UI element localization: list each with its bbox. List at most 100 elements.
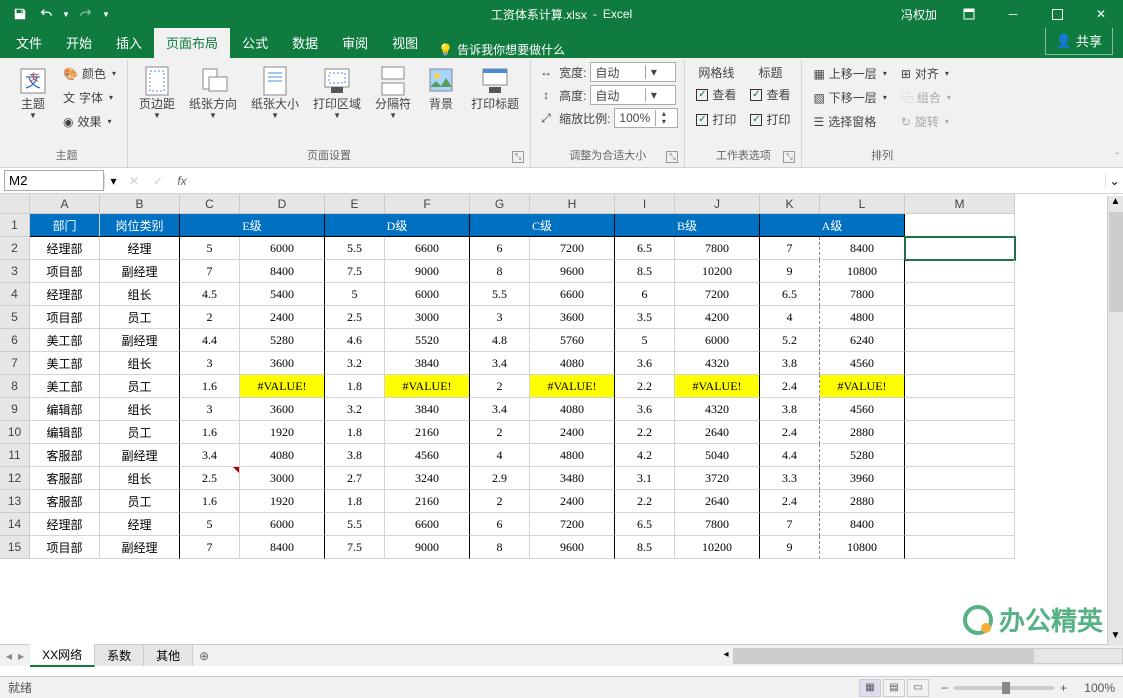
user-name[interactable]: 冯权加 — [891, 6, 947, 23]
cell[interactable]: 7 — [180, 260, 240, 283]
tab-file[interactable]: 文件 — [4, 27, 54, 58]
row-header-12[interactable]: 12 — [0, 467, 30, 490]
cell[interactable]: 编辑部 — [30, 398, 100, 421]
cell[interactable]: 6 — [470, 513, 530, 536]
cell[interactable]: 项目部 — [30, 536, 100, 559]
cell[interactable]: 1.6 — [180, 421, 240, 444]
scroll-up[interactable]: ▲ — [1108, 196, 1123, 212]
cell[interactable]: 美工部 — [30, 375, 100, 398]
theme-fonts[interactable]: 文字体▾ — [58, 86, 121, 109]
row-header-2[interactable]: 2 — [0, 237, 30, 260]
cell[interactable]: 6600 — [385, 237, 470, 260]
row-header-15[interactable]: 15 — [0, 536, 30, 559]
cell[interactable]: C级 — [470, 214, 615, 237]
cell[interactable]: 10200 — [675, 260, 760, 283]
tab-review[interactable]: 审阅 — [330, 27, 380, 58]
cell[interactable]: 2.5 — [325, 306, 385, 329]
cell[interactable]: 2.4 — [760, 375, 820, 398]
cell[interactable]: 经理部 — [30, 513, 100, 536]
zoom-out[interactable]: − — [941, 681, 948, 695]
sheet-tab-1[interactable]: XX网络 — [30, 644, 95, 667]
cell[interactable]: 3240 — [385, 467, 470, 490]
breaks-button[interactable]: 分隔符▼ — [370, 62, 416, 123]
cell[interactable]: 4.4 — [760, 444, 820, 467]
cell[interactable] — [905, 375, 1015, 398]
scale-dialog[interactable]: ⤡ — [666, 151, 678, 163]
cell[interactable] — [905, 536, 1015, 559]
cell[interactable]: 6000 — [240, 237, 325, 260]
sheet-nav-first[interactable]: ◂ — [6, 649, 12, 663]
cell[interactable]: #VALUE! — [240, 375, 325, 398]
cell[interactable]: 8400 — [240, 536, 325, 559]
collapse-ribbon[interactable]: ˇ — [1116, 152, 1119, 163]
cell[interactable]: 岗位类别 — [100, 214, 180, 237]
cell[interactable]: 3.2 — [325, 352, 385, 375]
column-header-K[interactable]: K — [760, 194, 820, 214]
cell[interactable] — [905, 444, 1015, 467]
cell[interactable]: 9600 — [530, 536, 615, 559]
cell[interactable]: 5.5 — [325, 237, 385, 260]
cell[interactable]: 编辑部 — [30, 421, 100, 444]
cell[interactable]: 7800 — [675, 513, 760, 536]
cell[interactable]: 2.9 — [470, 467, 530, 490]
cell[interactable] — [905, 467, 1015, 490]
cell[interactable]: 5520 — [385, 329, 470, 352]
cell[interactable]: 3.8 — [325, 444, 385, 467]
cell[interactable]: 经理 — [100, 513, 180, 536]
cell[interactable]: 组长 — [100, 398, 180, 421]
ribbon-display-options[interactable] — [947, 0, 991, 28]
cell[interactable]: 7.5 — [325, 536, 385, 559]
tab-insert[interactable]: 插入 — [104, 27, 154, 58]
cell[interactable]: 4080 — [240, 444, 325, 467]
cell[interactable]: 3.8 — [760, 352, 820, 375]
cell[interactable]: 3000 — [240, 467, 325, 490]
minimize-button[interactable]: ─ — [991, 0, 1035, 28]
cell[interactable]: 1920 — [240, 490, 325, 513]
cell[interactable]: 9 — [760, 536, 820, 559]
cell[interactable]: 6.5 — [615, 513, 675, 536]
cell[interactable]: 2160 — [385, 421, 470, 444]
cell[interactable] — [905, 283, 1015, 306]
cell[interactable]: 7 — [180, 536, 240, 559]
cell[interactable]: 2.4 — [760, 490, 820, 513]
cell[interactable]: 3600 — [530, 306, 615, 329]
cell[interactable]: 4080 — [530, 398, 615, 421]
undo-button[interactable] — [34, 3, 58, 25]
cell[interactable]: 5400 — [240, 283, 325, 306]
cell[interactable]: 3.4 — [470, 398, 530, 421]
background-button[interactable]: 背景 — [420, 62, 462, 114]
cell[interactable]: 2 — [470, 490, 530, 513]
cell[interactable]: 5 — [180, 513, 240, 536]
cell[interactable]: B级 — [615, 214, 760, 237]
sheet-options-dialog[interactable]: ⤡ — [783, 151, 795, 163]
sheet-tab-3[interactable]: 其他 — [144, 645, 193, 666]
cell[interactable]: 8 — [470, 536, 530, 559]
column-header-F[interactable]: F — [385, 194, 470, 214]
horizontal-scrollbar[interactable]: ◂ ▸ — [733, 648, 1123, 664]
cell[interactable]: 9000 — [385, 536, 470, 559]
cell[interactable]: 4800 — [820, 306, 905, 329]
row-header-9[interactable]: 9 — [0, 398, 30, 421]
cell[interactable]: 6000 — [385, 283, 470, 306]
cell[interactable] — [905, 352, 1015, 375]
cell[interactable]: 10200 — [675, 536, 760, 559]
cell[interactable]: 员工 — [100, 306, 180, 329]
cell[interactable]: 客服部 — [30, 490, 100, 513]
cell[interactable]: 4560 — [385, 444, 470, 467]
cell[interactable]: 2400 — [240, 306, 325, 329]
cell[interactable]: 1.8 — [325, 375, 385, 398]
column-header-I[interactable]: I — [615, 194, 675, 214]
zoom-level[interactable]: 100% — [1073, 681, 1115, 695]
cell[interactable]: 部门 — [30, 214, 100, 237]
cell[interactable]: #VALUE! — [530, 375, 615, 398]
cell[interactable] — [905, 306, 1015, 329]
cell[interactable]: 副经理 — [100, 444, 180, 467]
cell[interactable]: 3720 — [675, 467, 760, 490]
cell[interactable]: 4080 — [530, 352, 615, 375]
height-combo[interactable]: 自动▾ — [590, 85, 676, 105]
vertical-scrollbar[interactable]: ▲ ▼ — [1107, 196, 1123, 646]
vscroll-thumb[interactable] — [1109, 212, 1123, 312]
cell[interactable] — [905, 421, 1015, 444]
cell[interactable]: 3.2 — [325, 398, 385, 421]
cell[interactable]: 7200 — [530, 513, 615, 536]
